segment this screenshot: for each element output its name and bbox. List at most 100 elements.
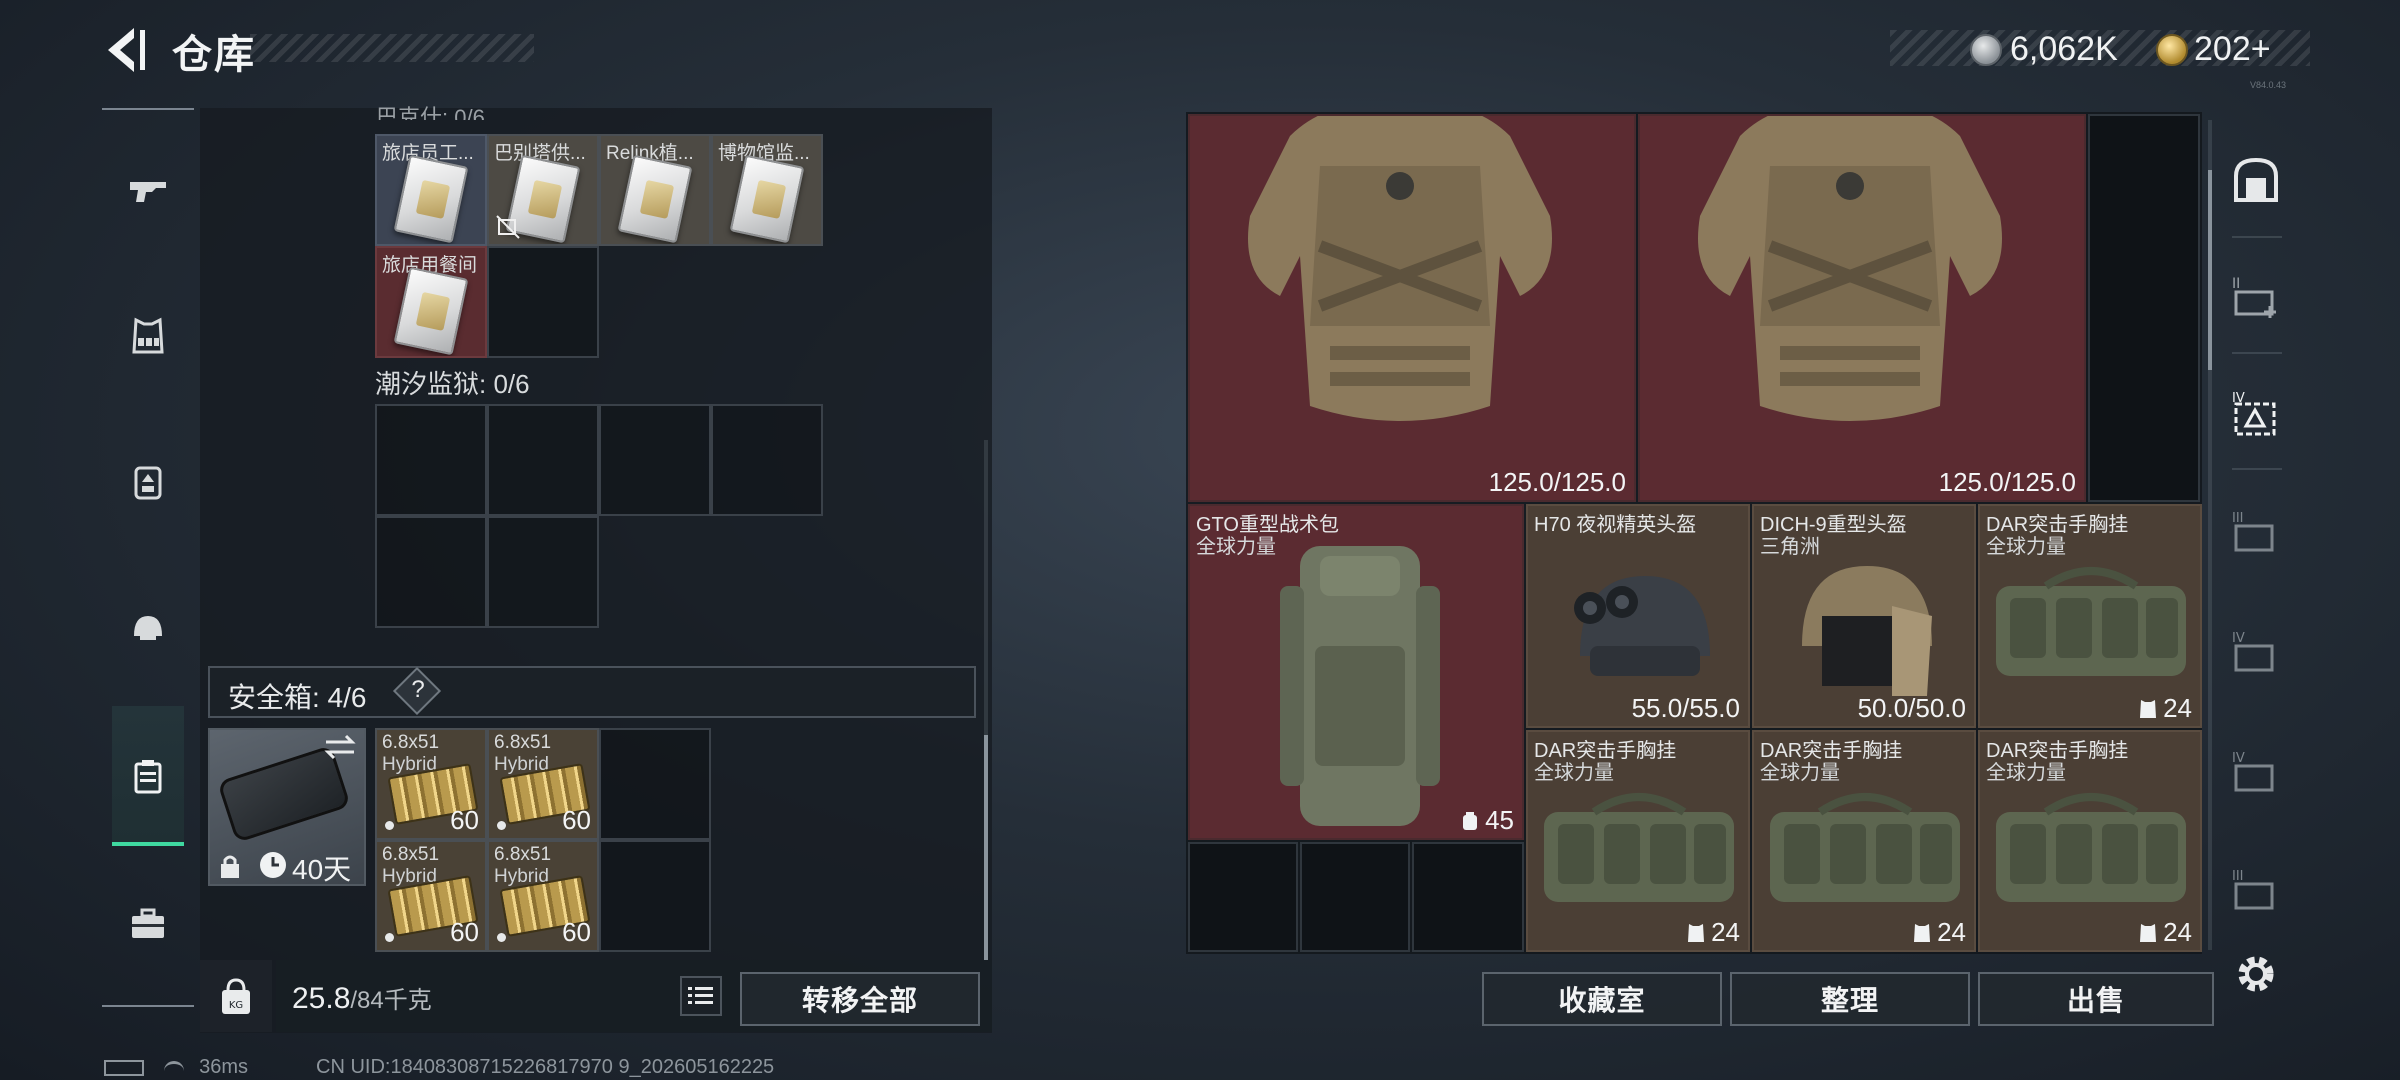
nav-item-vests[interactable] (112, 300, 184, 372)
ammo-item[interactable]: 6.8x51 Hybrid 60 (375, 840, 487, 952)
transfer-all-button[interactable]: 转移全部 (740, 972, 980, 1026)
settings-gear-icon[interactable] (2230, 948, 2282, 1000)
svg-text:III: III (2232, 511, 2244, 526)
ping-text: 36ms (199, 1056, 249, 1078)
ammo-item[interactable]: 6.8x51 Hybrid 60 (487, 840, 599, 952)
key-card-item[interactable]: 博物馆监... (711, 134, 823, 246)
storage-4-icon: IV (2232, 391, 2276, 436)
storage-tab-vault[interactable] (2224, 148, 2288, 212)
vest-small-icon (2140, 699, 2157, 718)
empty-slot[interactable] (487, 516, 599, 628)
rig-capacity: 24 (2137, 917, 2192, 948)
capacity-value: 24 (2163, 917, 2192, 947)
key-card-item[interactable]: 旅店员工... (375, 134, 487, 246)
ammo-count: 60 (562, 917, 591, 947)
empty-slot[interactable] (375, 404, 487, 516)
armor-item[interactable]: 125.0/125.0 (1188, 114, 1636, 502)
tab-divider (2232, 236, 2282, 238)
rig-capacity: 24 (1685, 917, 1740, 948)
sell-button[interactable]: 出售 (1978, 972, 2214, 1026)
key-card-item[interactable]: 旅店用餐间 (375, 246, 487, 358)
clock-icon (260, 852, 286, 878)
empty-slot (1300, 842, 1410, 952)
key-card-item[interactable]: Relink植... (599, 134, 711, 246)
empty-slot[interactable] (487, 404, 599, 516)
nav-item-armor[interactable] (112, 446, 184, 518)
nav-item-safe-box[interactable] (112, 740, 184, 812)
nav-item-helmets[interactable] (112, 592, 184, 664)
ammo-dot-icon (497, 821, 506, 830)
organize-button[interactable]: 整理 (1730, 972, 1970, 1026)
toolbox-icon (132, 908, 164, 938)
ammo-dot-icon (497, 933, 506, 942)
chest-rig-item[interactable]: DAR突击手胸挂 全球力量 24 (1978, 730, 2202, 952)
heavy-helmet-icon (1802, 566, 1932, 696)
left-scrollbar-thumb[interactable] (984, 735, 988, 960)
storage-tab-4b[interactable]: IV (2224, 620, 2288, 684)
empty-slot[interactable] (711, 404, 823, 516)
list-view-button[interactable] (680, 976, 722, 1016)
key-card-icon (393, 154, 469, 244)
empty-slot (1188, 842, 1298, 952)
empty-slot[interactable] (599, 404, 711, 516)
helmet-icon (134, 616, 162, 640)
key-card-icon (617, 154, 693, 244)
helmet-durability: 55.0/55.0 (1631, 693, 1740, 723)
capacity-value: 24 (2163, 693, 2192, 723)
backpack-small-icon (1463, 811, 1478, 830)
night-vision-helmet-icon (1574, 576, 1710, 676)
nav-item-tools[interactable] (112, 888, 184, 960)
empty-slot[interactable] (487, 246, 599, 358)
key-card-item[interactable]: 巴别塔供... (487, 134, 599, 246)
ammo-name: 6.8x51 (494, 732, 552, 753)
key-card-icon (393, 266, 469, 356)
armor-item[interactable]: 125.0/125.0 (1638, 114, 2086, 502)
capacity-value: 24 (1937, 917, 1966, 947)
storage-tab-3a[interactable]: III (2224, 500, 2288, 564)
empty-slot (2088, 114, 2200, 502)
ammo-name: 6.8x51 (494, 844, 552, 865)
item-name: H70 夜视精英头盔 (1534, 514, 1697, 536)
weight-readout: 25.8/84千克 (292, 980, 432, 1016)
safe-box-icon (134, 760, 162, 794)
swap-icon[interactable] (322, 732, 358, 762)
status-bar: 36ms (104, 1056, 248, 1079)
no-transfer-icon (496, 215, 520, 239)
chest-rig-item[interactable]: DAR突击手胸挂 全球力量 24 (1978, 504, 2202, 728)
body-armor-icon (1698, 116, 2002, 421)
tactical-backpack-icon (1280, 546, 1440, 826)
storage-3b-icon: III (2232, 869, 2274, 910)
storage-tab-4c[interactable]: IV (2224, 740, 2288, 804)
empty-slot[interactable] (599, 728, 711, 840)
weight-lock-button[interactable]: KG (200, 960, 272, 1032)
uid-text: CN UID:18408308715226817970 9_2026051622… (316, 1056, 775, 1078)
ammo-count: 60 (450, 805, 479, 835)
backpack-icon (134, 466, 162, 500)
right-scrollbar-thumb[interactable] (2208, 170, 2212, 370)
currency-secondary-value[interactable]: 202+ (2194, 30, 2271, 69)
helmet-item[interactable]: DICH-9重型头盔 三角洲 50.0/50.0 (1752, 504, 1976, 728)
storage-tab-3b[interactable]: III (2224, 858, 2288, 922)
ammo-item[interactable]: 6.8x51 Hybrid 60 (375, 728, 487, 840)
gold-coin-icon (2156, 34, 2188, 66)
ammo-dot-icon (385, 821, 394, 830)
chest-rig-icon (1996, 793, 2186, 902)
nav-item-weapons[interactable] (112, 154, 184, 226)
helmet-item[interactable]: H70 夜视精英头盔 55.0/55.0 (1526, 504, 1750, 728)
backpack-item[interactable]: GTO重型战术包 全球力量 45 (1188, 504, 1524, 840)
silver-coin-icon (1970, 34, 2002, 66)
chest-rig-icon (1544, 793, 1734, 902)
ammo-item[interactable]: 6.8x51 Hybrid 60 (487, 728, 599, 840)
storage-tab-2[interactable]: II (2224, 264, 2288, 328)
empty-slot[interactable] (375, 516, 487, 628)
collection-room-button[interactable]: 收藏室 (1482, 972, 1722, 1026)
ammo-count: 60 (450, 917, 479, 947)
help-icon: ? (411, 676, 425, 703)
partial-section-label: 巴克什: 0/6 (376, 105, 485, 120)
chest-rig-item[interactable]: DAR突击手胸挂 全球力量 24 (1752, 730, 1976, 952)
storage-tab-4-active[interactable]: IV (2224, 380, 2288, 444)
currency-primary-value[interactable]: 6,062K (2010, 30, 2118, 69)
empty-slot[interactable] (599, 840, 711, 952)
chest-rig-item[interactable]: DAR突击手胸挂 全球力量 24 (1526, 730, 1750, 952)
back-button[interactable] (100, 22, 150, 78)
